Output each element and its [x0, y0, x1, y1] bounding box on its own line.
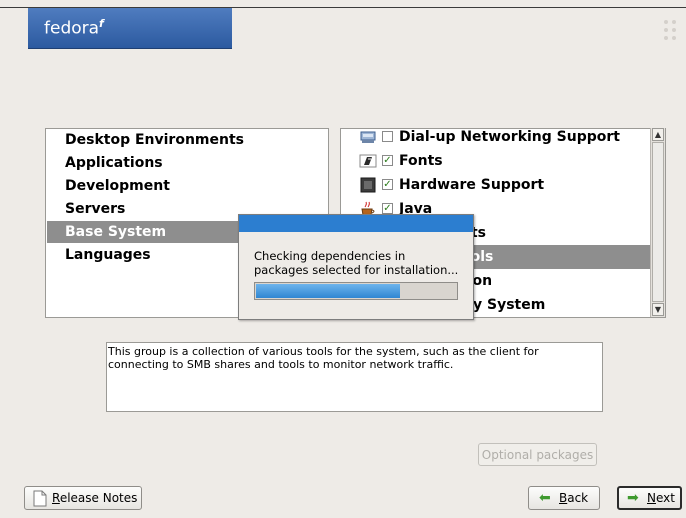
scroll-down-icon[interactable]: ▼: [652, 303, 664, 316]
release-notes-button[interactable]: Release Notes: [24, 486, 142, 510]
chip-icon: [360, 177, 376, 193]
dialog-title-bar: [239, 215, 473, 232]
release-notes-label: elease Notes: [59, 491, 138, 505]
package-group-label: Dial-up Networking Support: [399, 129, 620, 145]
fedora-logo: fedoraf: [44, 17, 104, 39]
package-group-label: y System: [473, 297, 546, 313]
package-group-checkbox[interactable]: [382, 131, 393, 142]
next-arrow-icon: ➡: [627, 490, 639, 506]
category-desktop-environments[interactable]: Desktop Environments: [47, 129, 327, 151]
document-icon: [33, 490, 47, 507]
fedora-logo-banner: fedoraf: [28, 8, 232, 49]
progress-bar: [254, 282, 458, 300]
package-group-checkbox[interactable]: ✓: [382, 155, 393, 166]
package-group-item[interactable]: Dial-up Networking Support: [341, 129, 651, 149]
category-development[interactable]: Development: [47, 175, 327, 197]
modem-icon: [360, 131, 376, 143]
optional-packages-button[interactable]: Optional packages: [478, 443, 597, 466]
back-arrow-icon: ⬅: [539, 490, 551, 506]
package-group-label: Fonts: [399, 153, 443, 169]
next-button[interactable]: ➡ Next: [617, 486, 682, 510]
window-grip-icon: [664, 20, 682, 44]
scroll-up-icon[interactable]: ▲: [652, 128, 664, 141]
back-button[interactable]: ⬅ Back: [528, 486, 600, 510]
dependency-check-dialog: Checking dependencies in packages select…: [238, 214, 474, 320]
package-group-item[interactable]: ✓ Hardware Support: [341, 173, 651, 197]
package-list-scrollbar[interactable]: ▲ ▼: [650, 128, 665, 317]
progress-bar-fill: [256, 284, 400, 298]
dialog-message: Checking dependencies in packages select…: [254, 249, 459, 277]
scrollbar-thumb[interactable]: [652, 142, 664, 302]
package-group-checkbox[interactable]: ✓: [382, 179, 393, 190]
package-group-checkbox[interactable]: ✓: [382, 203, 393, 214]
category-applications[interactable]: Applications: [47, 152, 327, 174]
package-group-label: Hardware Support: [399, 177, 545, 193]
group-description: This group is a collection of various to…: [106, 342, 603, 412]
package-group-item[interactable]: ✓ Fonts: [341, 149, 651, 173]
font-icon: [359, 154, 377, 168]
